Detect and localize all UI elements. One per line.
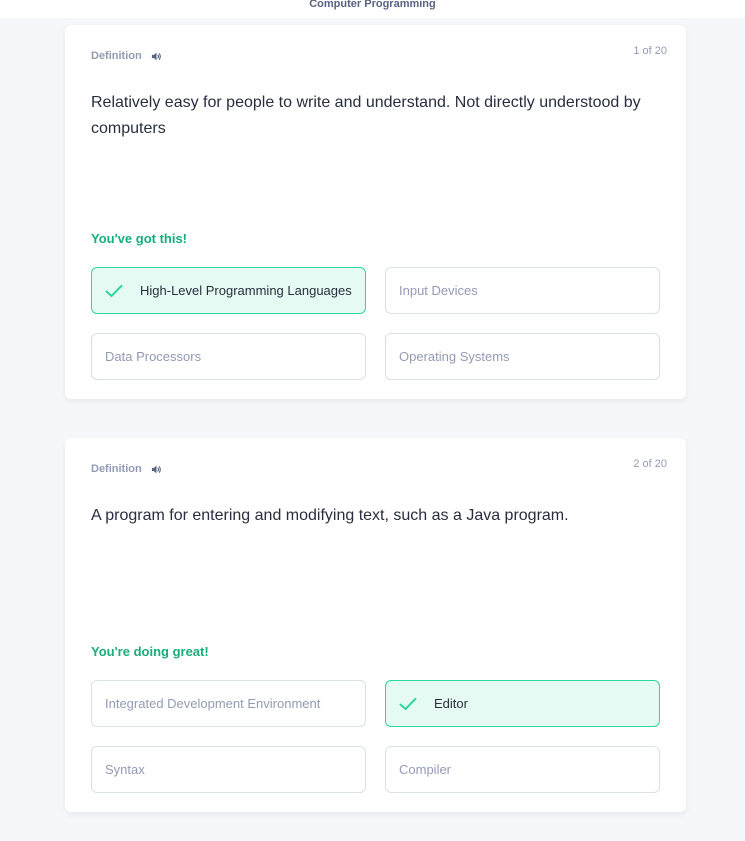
answer-option-2[interactable]: Input Devices [385, 267, 660, 314]
question-counter: 1 of 20 [633, 45, 667, 57]
term-side-label: Definition [91, 50, 142, 62]
feedback-message: You're doing great! [91, 644, 209, 659]
question-card-2: Definition 2 of 20 A program for enterin… [65, 438, 686, 812]
set-title: Computer Programming [309, 0, 436, 10]
answer-option-1[interactable]: High-Level Programming Languages [91, 267, 366, 314]
option-text: Compiler [399, 762, 452, 777]
term-side-label: Definition [91, 463, 142, 475]
option-text: High-Level Programming Languages [140, 283, 352, 298]
speaker-icon[interactable] [151, 464, 162, 475]
answer-option-4[interactable]: Operating Systems [385, 333, 660, 380]
answer-option-4[interactable]: Compiler [385, 746, 660, 793]
question-counter: 2 of 20 [633, 458, 667, 470]
definition-prompt: A program for entering and modifying tex… [91, 507, 569, 524]
option-text: Integrated Development Environment [105, 696, 321, 711]
speaker-icon[interactable] [151, 51, 162, 62]
option-text: Editor [434, 696, 468, 711]
option-text: Syntax [105, 762, 145, 777]
option-text: Input Devices [399, 283, 478, 298]
definition-prompt: Relatively easy for people to write and … [91, 94, 641, 137]
card-header: Definition [91, 463, 162, 475]
checkmark-icon [105, 284, 123, 297]
option-text: Data Processors [105, 349, 202, 364]
answer-option-2[interactable]: Editor [385, 680, 660, 727]
option-text: Operating Systems [399, 349, 510, 364]
card-header: Definition [91, 50, 162, 62]
answer-option-3[interactable]: Data Processors [91, 333, 366, 380]
feedback-message: You've got this! [91, 231, 188, 246]
checkmark-icon [399, 697, 417, 710]
top-bar: Computer Programming [0, 0, 745, 18]
answer-option-3[interactable]: Syntax [91, 746, 366, 793]
question-card-1: Definition 1 of 20 Relatively easy for p… [65, 25, 686, 399]
answer-option-1[interactable]: Integrated Development Environment [91, 680, 366, 727]
